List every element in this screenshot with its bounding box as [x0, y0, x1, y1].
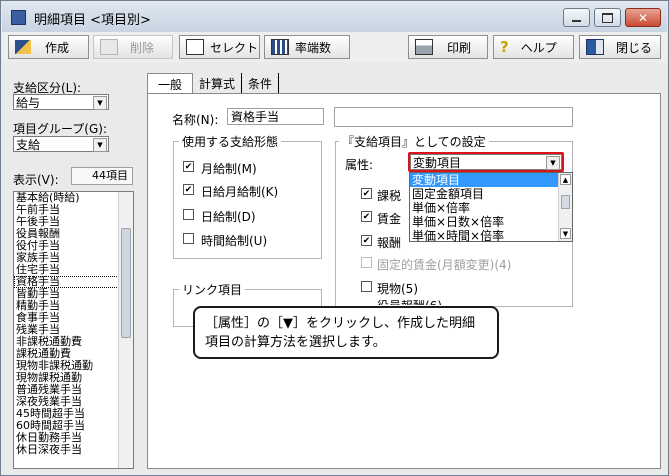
attr-label: 属性:	[345, 158, 374, 172]
item-count: 44項目	[71, 167, 133, 185]
tab-general[interactable]: 一般	[147, 73, 194, 93]
scrollbar-thumb[interactable]	[561, 195, 570, 209]
dropdown-arrow-button[interactable]: ▼	[546, 156, 560, 170]
select-button[interactable]: セレクト	[179, 35, 260, 59]
attr-select[interactable]: 変動項目 ▼	[410, 154, 562, 170]
minimize-button[interactable]	[563, 8, 590, 27]
tab-formula[interactable]: 計算式	[193, 73, 243, 93]
hourly-label: 時間給制(U)	[201, 234, 268, 248]
item-list[interactable]: 基本給(時給) 午前手当 午後手当 役員報酬 役付手当 家族手当 住宅手当 資格手当 皆勤手当精…	[13, 191, 134, 469]
instruction-callout: ［属性］の［▼］をクリックし、作成した明細項目の計算方法を選択します。	[193, 306, 499, 359]
close-button[interactable]: 閉じる	[579, 35, 661, 59]
app-window: 明細項目 <項目別> ✕ 作成 削除 セレクト 率端数 印刷 ? ヘルプ 閉じる…	[0, 0, 669, 476]
chevron-down-icon: ▼	[93, 96, 107, 110]
monthly-checkbox[interactable]: ✔	[183, 161, 194, 172]
wage-label: 賃金	[377, 212, 402, 226]
scrollbar-thumb[interactable]	[121, 228, 131, 338]
list-scrollbar[interactable]	[118, 192, 133, 468]
scroll-up-icon[interactable]: ▲	[560, 174, 571, 185]
attr-option[interactable]: 変動項目	[410, 173, 572, 187]
create-button[interactable]: 作成	[8, 35, 89, 59]
checkmark-icon: ✔	[184, 162, 193, 172]
title-bar: 明細項目 <項目別> ✕	[2, 2, 667, 32]
monthly-label: 月給制(M)	[201, 162, 257, 176]
delete-button[interactable]: 削除	[93, 35, 173, 59]
chevron-down-icon: ▼	[93, 138, 107, 152]
fixed-wage-label: 固定的賃金(月額変更)(4)	[377, 258, 512, 272]
name-label: 名称(N):	[172, 113, 219, 127]
printer-icon	[415, 39, 433, 55]
checkmark-icon: ✔	[184, 185, 193, 195]
dropdown-scrollbar[interactable]: ▲ ▼	[558, 173, 572, 241]
checkmark-icon: ✔	[362, 236, 371, 246]
exit-door-icon	[586, 39, 604, 55]
daily-label: 日給制(D)	[201, 210, 256, 224]
rate-rounding-button[interactable]: 率端数	[264, 35, 350, 59]
name-input[interactable]: 資格手当	[227, 108, 324, 125]
attr-dropdown-list[interactable]: 変動項目 固定金額項目 単価×倍率 単価×日数×倍率 単価×時間×倍率 ▲ ▼	[409, 172, 573, 243]
attr-option[interactable]: 単価×倍率	[410, 201, 572, 215]
print-button[interactable]: 印刷	[408, 35, 488, 59]
daily-checkbox[interactable]	[183, 209, 194, 220]
attr-option[interactable]: 単価×時間×倍率	[410, 229, 572, 243]
window-title: 明細項目 <項目別>	[34, 13, 151, 28]
minimize-icon	[572, 19, 581, 22]
pay-forms-title: 使用する支給形態	[179, 133, 282, 150]
checkmark-icon: ✔	[362, 189, 371, 199]
calculator-icon	[271, 39, 289, 55]
toolbar: 作成 削除 セレクト 率端数 印刷 ? ヘルプ 閉じる	[2, 32, 667, 62]
attr-option[interactable]: 単価×日数×倍率	[410, 215, 572, 229]
window-close-button[interactable]: ✕	[625, 8, 661, 27]
item-list-items: 基本給(時給) 午前手当 午後手当 役員報酬 役付手当 家族手当 住宅手当 資格手当 皆勤手当精…	[14, 192, 133, 456]
checkmark-icon: ✔	[362, 212, 371, 222]
app-icon	[11, 10, 26, 25]
scroll-down-icon[interactable]: ▼	[560, 228, 571, 239]
maximize-button[interactable]	[594, 8, 621, 27]
name-extra-field	[334, 107, 573, 127]
attr-option[interactable]: 固定金額項目	[410, 187, 572, 201]
link-title: リンク項目	[179, 281, 246, 298]
help-icon: ?	[500, 38, 509, 56]
trash-icon	[100, 39, 118, 55]
settings-title: 『支給項目』としての設定	[339, 133, 489, 150]
remuneration-label: 報酬	[377, 236, 402, 250]
taxable-label: 課税	[377, 189, 402, 203]
wage-checkbox[interactable]: ✔	[361, 211, 372, 222]
magnifier-icon	[186, 39, 204, 55]
display-label: 表示(V):	[13, 173, 59, 187]
edit-icon	[15, 40, 31, 54]
tab-conditions[interactable]: 条件	[242, 73, 280, 93]
item-group-label: 項目グループ(G):	[13, 122, 107, 136]
remuneration-checkbox[interactable]: ✔	[361, 235, 372, 246]
pay-class-select[interactable]: 給与 ▼	[13, 94, 109, 110]
taxable-checkbox[interactable]: ✔	[361, 188, 372, 199]
item-group-select[interactable]: 支給 ▼	[13, 136, 109, 152]
fixed-wage-checkbox[interactable]	[361, 257, 372, 268]
hourly-checkbox[interactable]	[183, 233, 194, 244]
tab-strip: 一般 計算式 条件	[147, 73, 280, 93]
inkind-label: 現物(5)	[377, 282, 418, 296]
list-item[interactable]: 休日深夜手当	[14, 444, 133, 456]
help-button[interactable]: ? ヘルプ	[493, 35, 574, 59]
maximize-icon	[602, 12, 613, 23]
exec-comp-label: 役員報酬(6)	[377, 297, 442, 305]
daily-monthly-checkbox[interactable]: ✔	[183, 184, 194, 195]
close-icon: ✕	[637, 10, 649, 25]
daily-monthly-label: 日給月給制(K)	[201, 185, 279, 199]
inkind-checkbox[interactable]	[361, 281, 372, 292]
